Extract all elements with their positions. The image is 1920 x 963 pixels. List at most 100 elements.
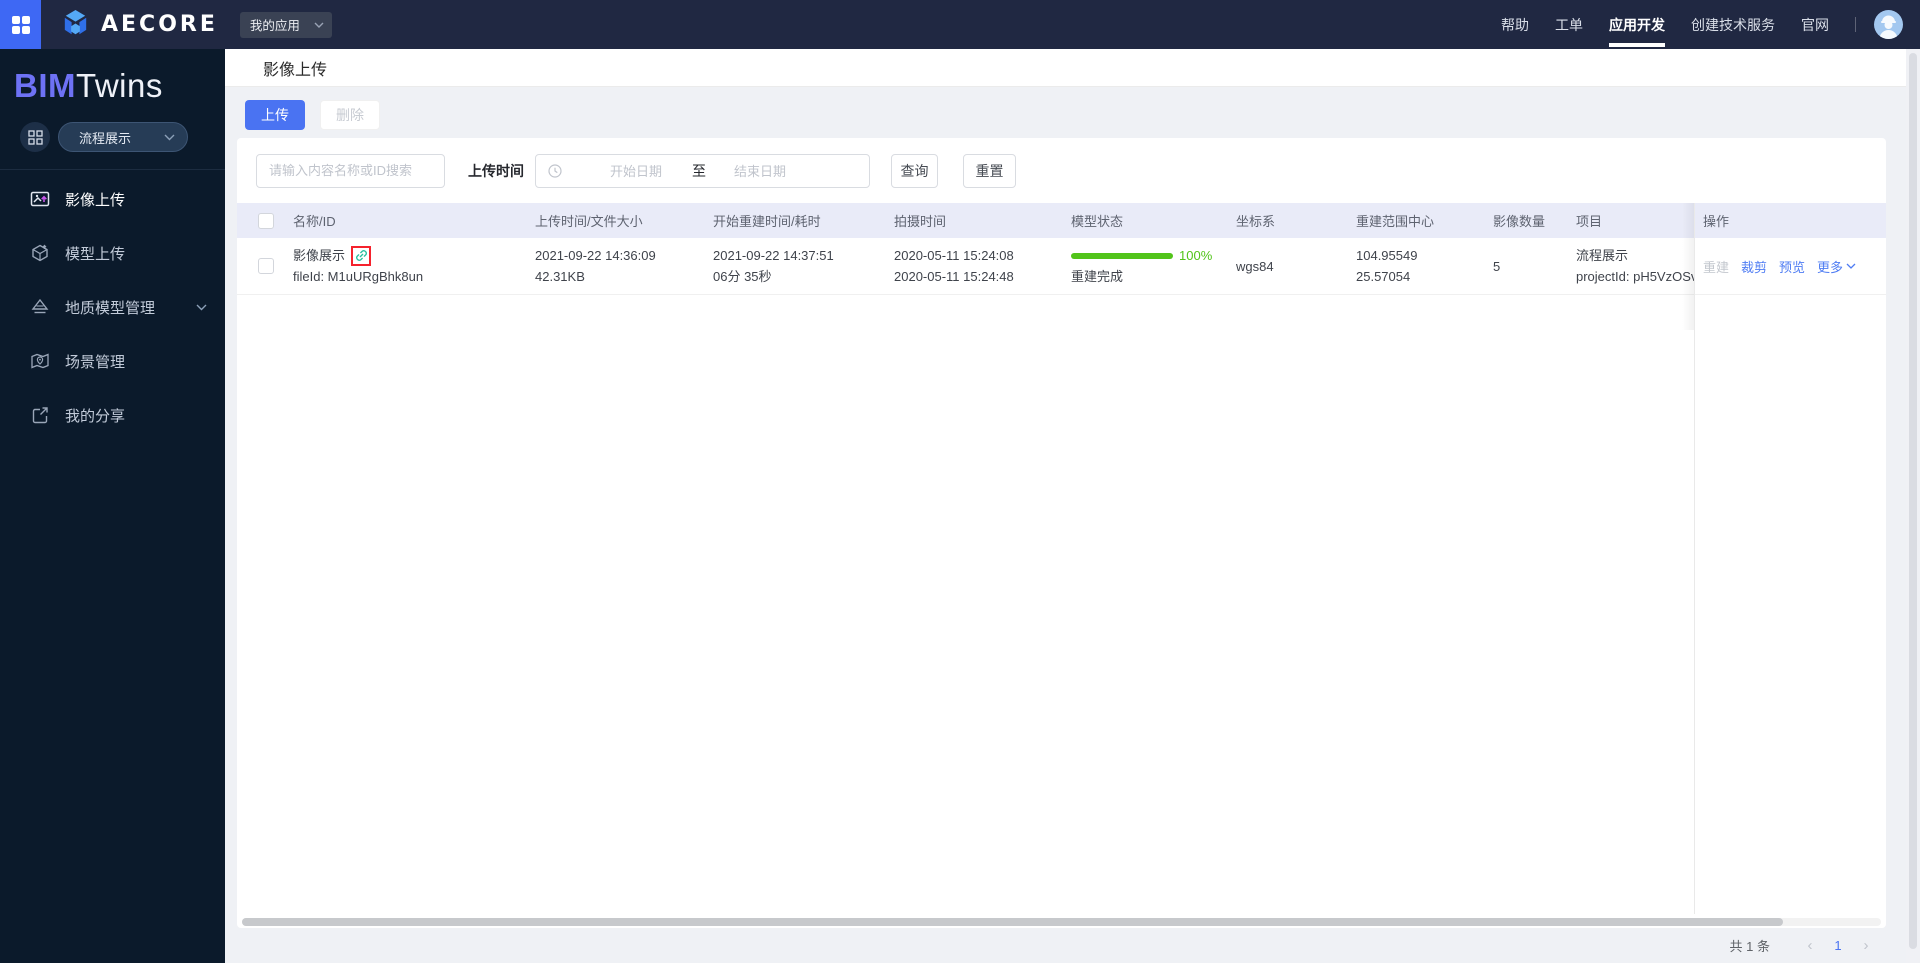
app-grid-icon: [11, 15, 30, 34]
prev-page-icon[interactable]: ‹: [1796, 937, 1824, 954]
brand-name: AECORE: [101, 12, 218, 37]
cell-upload-time: 2021-09-22 14:36:09 42.31KB: [535, 238, 713, 294]
cell-operations: 重建 裁剪 预览 更多: [1694, 238, 1886, 294]
select-all-checkbox[interactable]: [258, 212, 274, 229]
action-buttons: 上传 删除: [245, 100, 1920, 130]
search-input[interactable]: [256, 153, 445, 188]
app-select-value: 我的应用: [249, 19, 300, 33]
horizontal-scrollbar[interactable]: [242, 918, 1881, 926]
upload-time-label: 上传时间: [468, 162, 524, 179]
model-upload-icon: [32, 244, 48, 262]
grid-icon: [27, 129, 43, 145]
pagination: 共 1 条 ‹ 1 ›: [225, 928, 1920, 963]
annotation-red-box: [351, 245, 372, 266]
col-operations: 操作: [1703, 214, 1730, 229]
col-name-id: 名称/ID: [293, 214, 336, 229]
op-preview[interactable]: 预览: [1779, 257, 1805, 276]
date-range-to-label: 至: [692, 162, 707, 179]
row-duration: 06分 35秒: [713, 269, 772, 284]
topbar: AECORE 我的应用 帮助 工单 应用开发 创建技术服务 官网: [0, 0, 1920, 49]
query-button[interactable]: 查询: [891, 153, 938, 188]
col-upload-time: 上传时间/文件大小: [535, 214, 643, 229]
row-file-size: 42.31KB: [535, 269, 585, 284]
start-date-placeholder[interactable]: 开始日期: [610, 161, 662, 180]
main-content: 影像上传 上传 删除 上传时间 开始日期 至 结束日期 查询 重置 名称: [225, 49, 1920, 963]
image-upload-icon: [30, 191, 50, 207]
nav-official-site[interactable]: 官网: [1801, 0, 1829, 49]
sidebar-item-scene-manage[interactable]: 场景管理: [0, 334, 225, 388]
row-project-name: 流程展示: [1576, 248, 1629, 263]
horizontal-scrollbar-thumb[interactable]: [242, 918, 1783, 926]
op-crop[interactable]: 裁剪: [1741, 257, 1767, 276]
nav-help[interactable]: 帮助: [1501, 0, 1529, 49]
workspace-grid-button[interactable]: [20, 122, 50, 152]
date-range-picker[interactable]: 开始日期 至 结束日期: [535, 153, 870, 188]
user-avatar[interactable]: [1874, 10, 1903, 39]
sidebar-item-geology-model[interactable]: 地质模型管理: [0, 280, 225, 334]
cell-rebuild-center: 104.95549 25.57054: [1356, 238, 1493, 294]
row-shoot-time-1: 2020-05-11 15:24:08: [894, 248, 1014, 263]
filter-bar: 上传时间 开始日期 至 结束日期 查询 重置: [237, 138, 1886, 203]
nav-app-dev[interactable]: 应用开发: [1609, 0, 1665, 49]
current-page[interactable]: 1: [1824, 938, 1852, 953]
cell-project: 流程展示 projectId: pH5VzOSv: [1576, 238, 1694, 294]
op-more[interactable]: 更多: [1817, 257, 1856, 276]
col-crs: 坐标系: [1236, 214, 1276, 229]
col-model-status: 模型状态: [1071, 214, 1124, 229]
row-rebuild-start: 2021-09-22 14:37:51: [713, 248, 834, 263]
worker-avatar-icon: [1879, 15, 1898, 39]
workspace-switcher: 流程展示: [20, 122, 225, 152]
bimtwins-logo: BIMTwins: [0, 49, 225, 105]
app-select-dropdown[interactable]: 我的应用: [239, 11, 332, 38]
row-center-lat: 25.57054: [1356, 269, 1411, 284]
workspace-select-value: 流程展示: [79, 130, 132, 146]
chevron-down-icon: [1846, 263, 1856, 269]
vertical-scrollbar-thumb[interactable]: [1909, 53, 1917, 949]
my-share-icon: [32, 407, 48, 424]
end-date-placeholder[interactable]: 结束日期: [734, 161, 786, 180]
page-header: 影像上传: [225, 49, 1920, 87]
sidebar-divider: [0, 169, 225, 170]
sidebar-item-image-upload[interactable]: 影像上传: [0, 172, 225, 226]
next-page-icon[interactable]: ›: [1852, 937, 1880, 954]
sidebar-item-my-share[interactable]: 我的分享: [0, 388, 225, 442]
col-rebuild-time: 开始重建时间/耗时: [713, 214, 821, 229]
fixed-column-divider: [1694, 203, 1695, 914]
row-file-id: fileId: M1uURgBhk8un: [293, 269, 424, 284]
pagination-total: 共 1 条: [1729, 939, 1770, 954]
app-grid-button[interactable]: [0, 0, 41, 49]
sidebar-item-model-upload[interactable]: 模型上传: [0, 226, 225, 280]
table-header: 名称/ID 上传时间/文件大小 开始重建时间/耗时 拍摄时间 模型状态 坐标系 …: [237, 203, 1886, 238]
link-icon[interactable]: [355, 249, 368, 262]
col-rebuild-center: 重建范围中心: [1356, 214, 1435, 229]
cell-model-status: 100% 重建完成: [1071, 238, 1236, 294]
chevron-down-icon: [196, 304, 207, 310]
content-card: 上传时间 开始日期 至 结束日期 查询 重置 名称/ID 上传时间/文件大小 开…: [237, 138, 1886, 928]
nav-create-tech-service[interactable]: 创建技术服务: [1691, 0, 1775, 49]
workspace-select[interactable]: 流程展示: [58, 122, 188, 152]
table-row: 影像展示 fileId: M1uURgBhk8un 2021-09-22 14:…: [237, 238, 1886, 295]
op-rebuild[interactable]: 重建: [1703, 257, 1729, 276]
col-shoot-time: 拍摄时间: [894, 214, 947, 229]
col-image-count: 影像数量: [1493, 214, 1546, 229]
row-shoot-time-2: 2020-05-11 15:24:48: [894, 269, 1014, 284]
sidebar: BIMTwins 流程展示 影像上传 模型上传 地质模型管理 场景管理 我的分享: [0, 49, 225, 963]
delete-button[interactable]: 删除: [320, 100, 380, 130]
progress-percent: 100%: [1179, 248, 1213, 263]
upload-button[interactable]: 上传: [245, 100, 305, 130]
sidebar-item-label: 我的分享: [65, 407, 126, 425]
row-checkbox[interactable]: [258, 258, 274, 274]
row-upload-time: 2021-09-22 14:36:09: [535, 248, 656, 263]
row-crs: wgs84: [1236, 258, 1274, 274]
nav-workorder[interactable]: 工单: [1555, 0, 1583, 49]
page-title: 影像上传: [263, 61, 328, 79]
cell-image-count: 5: [1493, 238, 1576, 294]
vertical-scrollbar[interactable]: [1906, 49, 1920, 963]
cell-shoot-time: 2020-05-11 15:24:08 2020-05-11 15:24:48: [894, 238, 1071, 294]
row-name: 影像展示: [293, 248, 346, 263]
sidebar-menu: 影像上传 模型上传 地质模型管理 场景管理 我的分享: [0, 172, 225, 442]
geology-model-icon: [31, 298, 49, 314]
brand-logo: AECORE: [59, 8, 218, 41]
reset-button[interactable]: 重置: [963, 153, 1016, 188]
sidebar-item-label: 场景管理: [65, 353, 126, 371]
